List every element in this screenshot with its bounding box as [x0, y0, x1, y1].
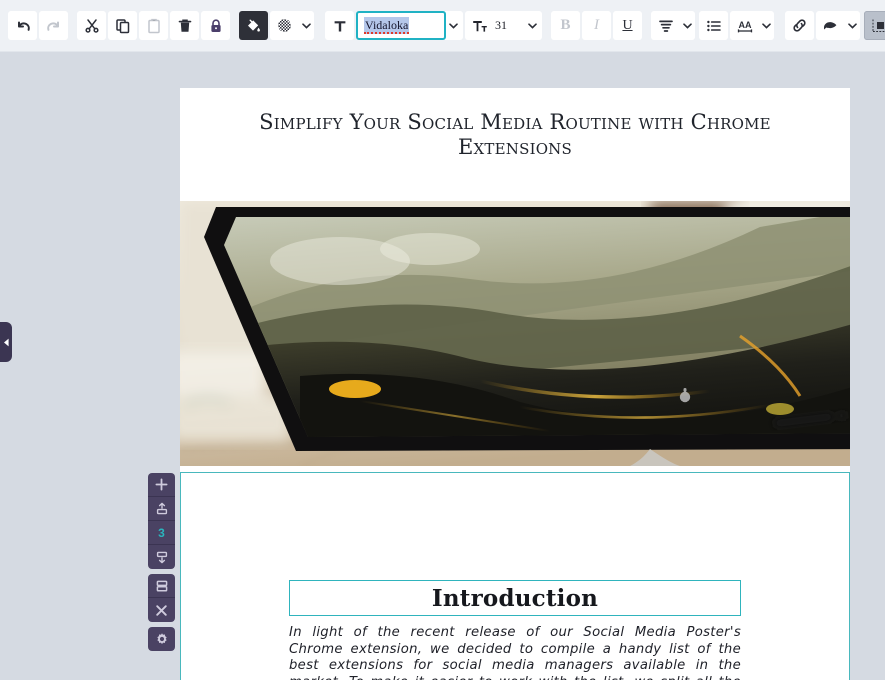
chevron-down-icon — [848, 22, 857, 29]
font-size-combo: 31 — [465, 11, 542, 40]
duplicate-icon — [156, 580, 167, 592]
page-tools-panel: 3 — [148, 473, 175, 656]
paragraph-group: AA — [651, 11, 778, 40]
font-name-input[interactable]: Vidaloka — [356, 11, 446, 40]
cut-button[interactable] — [77, 11, 106, 40]
format-group: B I U — [551, 11, 644, 40]
list-button[interactable] — [699, 11, 728, 40]
introduction-body-text[interactable]: In light of the recent release of our So… — [289, 625, 741, 680]
font-size-icon — [473, 20, 487, 32]
align-center-icon — [658, 20, 673, 32]
text-T-icon — [334, 20, 345, 31]
chevron-down-icon — [528, 22, 537, 29]
shape-button[interactable] — [816, 11, 845, 40]
desk-photo-illustration — [180, 201, 850, 466]
page-tools-group-secondary — [148, 574, 175, 622]
letter-spacing-combo: AA — [730, 11, 776, 40]
chevron-down-icon — [302, 22, 311, 29]
add-page-button[interactable] — [148, 473, 175, 497]
page-tools-group-primary: 3 — [148, 473, 175, 569]
chevron-down-icon — [449, 22, 458, 29]
font-name-dropdown[interactable] — [446, 11, 461, 40]
align-dropdown[interactable] — [680, 11, 695, 40]
plus-icon — [155, 478, 168, 491]
chevron-down-icon — [762, 22, 771, 29]
align-button[interactable] — [651, 11, 680, 40]
duplicate-page-button[interactable] — [148, 574, 175, 598]
link-icon — [793, 19, 806, 32]
bold-icon: B — [560, 17, 571, 33]
underline-icon: U — [622, 17, 633, 33]
gear-icon — [156, 633, 167, 645]
italic-button[interactable]: I — [582, 11, 611, 40]
document-page-2[interactable]: Simplify Your Social Media Routine with … — [180, 88, 850, 508]
font-name-value: Vidaloka — [364, 17, 410, 34]
paste-icon — [147, 18, 160, 33]
shape-dropdown[interactable] — [845, 11, 860, 40]
arrange-button[interactable] — [864, 11, 885, 40]
delete-button[interactable] — [170, 11, 199, 40]
editor-root: Vidaloka 31 B I U AA Simplify Your Socia… — [0, 0, 885, 680]
link-button[interactable] — [785, 11, 814, 40]
transparency-combo — [270, 11, 316, 40]
page-tools-group-settings — [148, 627, 175, 651]
redo-button[interactable] — [39, 11, 68, 40]
scissors-icon — [84, 18, 99, 33]
lock-button[interactable] — [201, 11, 230, 40]
copy-icon — [115, 18, 129, 33]
transparency-dropdown[interactable] — [299, 11, 314, 40]
fill-group — [239, 11, 318, 40]
align-combo — [651, 11, 697, 40]
letter-spacing-icon: AA — [737, 20, 752, 32]
paint-bucket-icon — [248, 19, 260, 32]
triangle-left-icon — [3, 338, 9, 346]
copy-button[interactable] — [108, 11, 137, 40]
underline-button[interactable]: U — [613, 11, 642, 40]
font-size-value: 31 — [495, 18, 507, 32]
introduction-heading-box[interactable]: Introduction — [289, 580, 741, 616]
undo-button[interactable] — [8, 11, 37, 40]
text-tool-button[interactable] — [325, 11, 354, 40]
bold-button[interactable]: B — [551, 11, 580, 40]
clipboard-group — [77, 11, 232, 40]
lock-icon — [210, 18, 221, 32]
move-page-down-button[interactable] — [148, 545, 175, 569]
chevron-down-icon — [683, 22, 692, 29]
document-page-3[interactable]: Introduction In light of the recent rele… — [180, 472, 850, 680]
fill-color-button[interactable] — [239, 11, 268, 40]
shape-mask-icon — [824, 22, 837, 30]
introduction-heading: Introduction — [431, 584, 599, 612]
top-toolbar: Vidaloka 31 B I U AA — [0, 0, 885, 52]
page-settings-button[interactable] — [148, 627, 175, 651]
text-group: Vidaloka 31 — [325, 11, 544, 40]
close-x-icon — [156, 604, 167, 616]
collapse-panel-handle[interactable] — [0, 322, 12, 362]
canvas-workspace[interactable]: Simplify Your Social Media Routine with … — [0, 52, 885, 680]
arrow-down-to-line-icon — [156, 551, 167, 564]
move-page-up-button[interactable] — [148, 497, 175, 521]
checkerboard-icon — [278, 19, 291, 32]
redo-icon — [46, 21, 59, 31]
letter-spacing-dropdown[interactable] — [759, 11, 774, 40]
font-size-dropdown[interactable] — [525, 11, 540, 40]
history-group — [8, 11, 70, 40]
shape-combo — [816, 11, 862, 40]
page-number-indicator[interactable]: 3 — [148, 521, 175, 545]
page-title[interactable]: Simplify Your Social Media Routine with … — [180, 110, 850, 160]
trash-icon — [178, 18, 191, 32]
delete-page-button[interactable] — [148, 598, 175, 622]
transparency-button[interactable] — [270, 11, 299, 40]
insert-group — [785, 11, 885, 40]
bulleted-list-icon — [706, 20, 721, 31]
svg-text:AA: AA — [738, 20, 751, 30]
undo-icon — [17, 21, 30, 31]
position-icon — [872, 19, 885, 32]
italic-icon: I — [594, 17, 599, 33]
letter-spacing-button[interactable]: AA — [730, 11, 759, 40]
paste-button[interactable] — [139, 11, 168, 40]
font-name-combo: Vidaloka — [356, 11, 463, 40]
hero-photo[interactable] — [180, 201, 850, 466]
arrow-up-to-line-icon — [156, 502, 167, 514]
